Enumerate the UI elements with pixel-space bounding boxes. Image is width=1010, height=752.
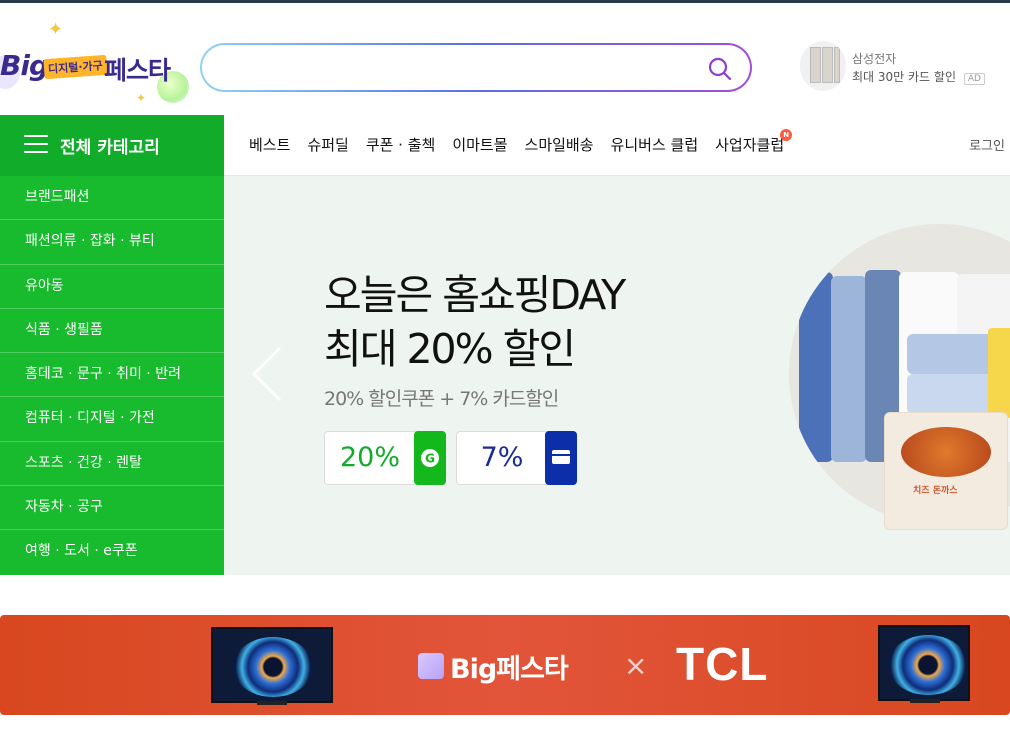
sidebar-item-travel[interactable]: 여행 · 도서 · e쿠폰	[0, 530, 224, 574]
fridge-image	[800, 41, 846, 91]
nav-item-business-club[interactable]: 사업자클럽 N	[715, 129, 793, 155]
nav-item-smile-delivery[interactable]: 스마일배송	[525, 134, 594, 155]
tv-image	[878, 625, 970, 701]
partner-logo: TCL	[676, 638, 769, 690]
logo-festa-text: 페스타	[104, 56, 171, 85]
coupon-value: 20%	[339, 442, 400, 473]
sparkle-icon: ✦	[48, 19, 64, 40]
nav-item-label: 유니버스 클럽	[610, 136, 699, 154]
big-festa-square-icon	[418, 653, 444, 679]
main-nav: 베스트 슈퍼딜 쿠폰 · 출첵 이마트몰 스마일배송 유니버스 클럽 사업자클럽…	[224, 115, 1010, 176]
tv-image	[211, 627, 333, 703]
sidebar-item-sports[interactable]: 스포츠 · 건강 · 렌탈	[0, 442, 224, 487]
nav-item-label: 사업자클럽	[715, 136, 785, 154]
login-link[interactable]: 로그인	[969, 135, 1005, 154]
ad-text: 최대 30만 카드 할인	[852, 70, 956, 84]
nav-item-label: 이마트몰	[452, 136, 508, 154]
card-badge: 7%	[456, 431, 577, 485]
sparkle-icon: ✦	[136, 91, 147, 105]
category-sidebar: 브랜드패션 패션의류 · 잡화 · 뷰티 유아동 식품 · 생필품 홈데코 · …	[0, 176, 224, 575]
search-icon[interactable]	[706, 55, 734, 83]
product-label: 치즈 돈까스	[913, 486, 958, 496]
card-discount-value: 7%	[480, 442, 524, 473]
collab-x-icon: ×	[624, 649, 648, 682]
promo-banner[interactable]: Big페스타 × TCL	[0, 615, 1010, 715]
hamburger-icon	[24, 135, 48, 155]
product-package	[988, 328, 1010, 418]
search-input[interactable]	[222, 55, 692, 81]
hero-banner[interactable]: 오늘은 홈쇼핑DAY 최대 20% 할인 20% 할인쿠폰 + 7% 카드할인 …	[224, 176, 1010, 575]
coupon-g-icon: G	[414, 431, 446, 485]
search-box	[202, 45, 750, 90]
ad-description: 최대 30만 카드 할인 AD	[852, 68, 985, 85]
promo-logo: Big페스타	[450, 654, 569, 685]
nav-item-emart[interactable]: 이마트몰	[452, 134, 507, 155]
logo-tag: 디지털·가구	[43, 54, 108, 80]
tv-stand	[257, 701, 287, 705]
sidebar-item-kids[interactable]: 유아동	[0, 265, 224, 309]
nav-item-best[interactable]: 베스트	[249, 134, 290, 155]
sidebar-item-food[interactable]: 식품 · 생필품	[0, 309, 224, 354]
sidebar-item-fashion-beauty[interactable]: 패션의류 · 잡화 · 뷰티	[0, 220, 224, 265]
new-badge: N	[780, 129, 793, 141]
all-categories-label: 전체 카테고리	[60, 138, 160, 158]
sidebar-item-auto[interactable]: 자동차 · 공구	[0, 486, 224, 531]
ad-badge: AD	[963, 73, 985, 85]
card-icon	[545, 431, 577, 485]
logo-big-text: Big	[0, 49, 49, 82]
chevron-left-icon[interactable]	[250, 344, 284, 404]
ad-banner[interactable]: 삼성전자 최대 30만 카드 할인 AD	[800, 41, 1000, 93]
hero-title: 오늘은 홈쇼핑DAY 최대 20% 할인	[324, 268, 626, 376]
nav-item-universe-club[interactable]: 유니버스 클럽	[611, 134, 699, 155]
hero-subtitle: 20% 할인쿠폰 + 7% 카드할인	[324, 388, 559, 410]
ad-brand: 삼성전자	[852, 52, 897, 66]
sidebar-item-digital[interactable]: 컴퓨터 · 디지털 · 가전	[0, 397, 224, 442]
svg-text:G: G	[425, 452, 435, 466]
hero-title-line: 오늘은 홈쇼핑DAY	[324, 271, 626, 319]
search-bar	[200, 43, 752, 92]
nav-item-label: 스마일배송	[524, 136, 594, 154]
hero-title-line: 최대 20% 할인	[324, 325, 576, 373]
product-package: 치즈 돈까스	[884, 412, 1008, 530]
site-logo[interactable]: ✦ ✦ Big 디지털·가구 페스타	[0, 19, 195, 107]
nav-item-label: 쿠폰 · 출첵	[365, 136, 436, 154]
nav-item-coupon[interactable]: 쿠폰 · 출첵	[366, 134, 436, 155]
sidebar-item-home-deco[interactable]: 홈데코 · 문구 · 취미 · 반려	[0, 353, 224, 398]
nav-item-superdeal[interactable]: 슈퍼딜	[307, 134, 348, 155]
nav-item-label: 베스트	[249, 136, 291, 154]
nav-item-label: 슈퍼딜	[307, 136, 349, 154]
coupon-badge: 20% G	[324, 431, 446, 485]
site-header: ✦ ✦ Big 디지털·가구 페스타 삼성전자 최대 30만 카드 할인 AD	[0, 3, 1010, 115]
tv-stand	[910, 699, 940, 703]
all-categories-button[interactable]: 전체 카테고리	[0, 115, 224, 176]
sidebar-item-brand-fashion[interactable]: 브랜드패션	[0, 176, 224, 221]
